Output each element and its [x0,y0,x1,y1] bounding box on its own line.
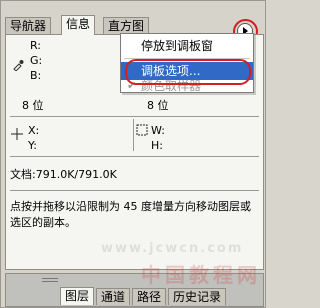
document-size: 文档:791.0K/791.0K [10,168,117,181]
y-label: Y: [28,139,37,152]
dock-grip-handle[interactable] [42,278,58,282]
tab-layers[interactable]: 图层 [60,287,95,305]
x-label: X: [28,124,40,137]
panel-options-highlight-ring [125,59,251,85]
menu-item-dock[interactable]: 停放到调板窗 [121,37,253,55]
w-label: W: [151,124,165,137]
tab-navigator[interactable]: 导航器 [5,17,52,34]
divider-vertical [133,119,134,151]
tab-paths[interactable]: 路径 [132,288,167,305]
tab-info[interactable]: 信息 [61,15,96,35]
divider [10,156,259,157]
tab-histogram[interactable]: 直方图 [103,17,150,34]
r-label: R: [30,39,42,52]
eyedropper-icon [13,60,24,71]
divider [10,116,259,117]
tool-hint-text: 点按并拖移以沿限制为 45 度增量方向移动图层或选区的副本。 [10,200,251,229]
photoshop-panel-window: 导航器 信息 直方图 R: G: B: 8 位 8 位 X: Y: W: H: [0,0,266,308]
crosshair-icon [11,128,23,140]
bit-depth-right: 8 位 [147,99,169,112]
b-label: B: [30,69,42,82]
panel-tab-strip: 导航器 信息 直方图 [5,15,261,35]
tab-channels[interactable]: 通道 [96,288,131,305]
watermark-cn: 中国教程网 [141,263,261,287]
g-label: G: [30,54,43,67]
tab-history[interactable]: 历史记录 [168,288,227,305]
bit-depth-left: 8 位 [22,99,44,112]
h-label: H: [151,139,163,152]
divider [10,190,259,191]
selection-size-icon [136,124,148,136]
